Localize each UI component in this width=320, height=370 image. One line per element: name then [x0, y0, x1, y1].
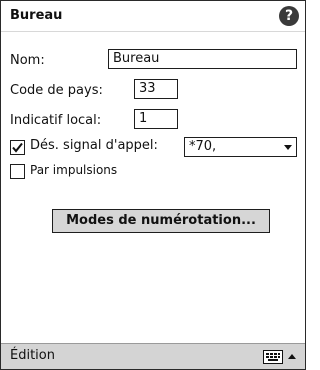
name-label: Nom: [10, 53, 45, 68]
dialing-patterns-button[interactable]: Modes de numérotation... [52, 209, 270, 233]
name-field[interactable]: Bureau [108, 49, 297, 69]
window-title: Bureau [10, 8, 63, 23]
pulse-dialing-checkbox[interactable] [10, 164, 25, 179]
pulse-dialing-label: Par impulsions [30, 163, 118, 177]
area-code-label: Indicatif local: [10, 113, 102, 128]
area-code-field[interactable]: 1 [134, 109, 178, 129]
menu-edit[interactable]: Édition [10, 348, 55, 363]
keyboard-icon[interactable] [263, 350, 283, 364]
dialog-window: Bureau ? Nom: Bureau Code de pays: 33 In… [0, 0, 306, 370]
help-icon[interactable]: ? [279, 6, 299, 26]
input-panel-arrow-icon[interactable] [288, 354, 296, 359]
call-waiting-code-dropdown[interactable]: *70, [184, 137, 297, 157]
disable-call-waiting-checkbox[interactable] [10, 140, 25, 155]
country-code-field[interactable]: 33 [134, 79, 178, 99]
menu-bar: Édition [1, 343, 305, 369]
call-waiting-code-value: *70, [189, 139, 217, 154]
title-bar: Bureau ? [1, 1, 305, 32]
chevron-down-icon [284, 145, 292, 150]
keyboard-keys [266, 353, 280, 361]
checkmark-icon [12, 142, 23, 153]
country-code-label: Code de pays: [10, 83, 103, 98]
disable-call-waiting-label: Dés. signal d'appel: [30, 138, 158, 153]
